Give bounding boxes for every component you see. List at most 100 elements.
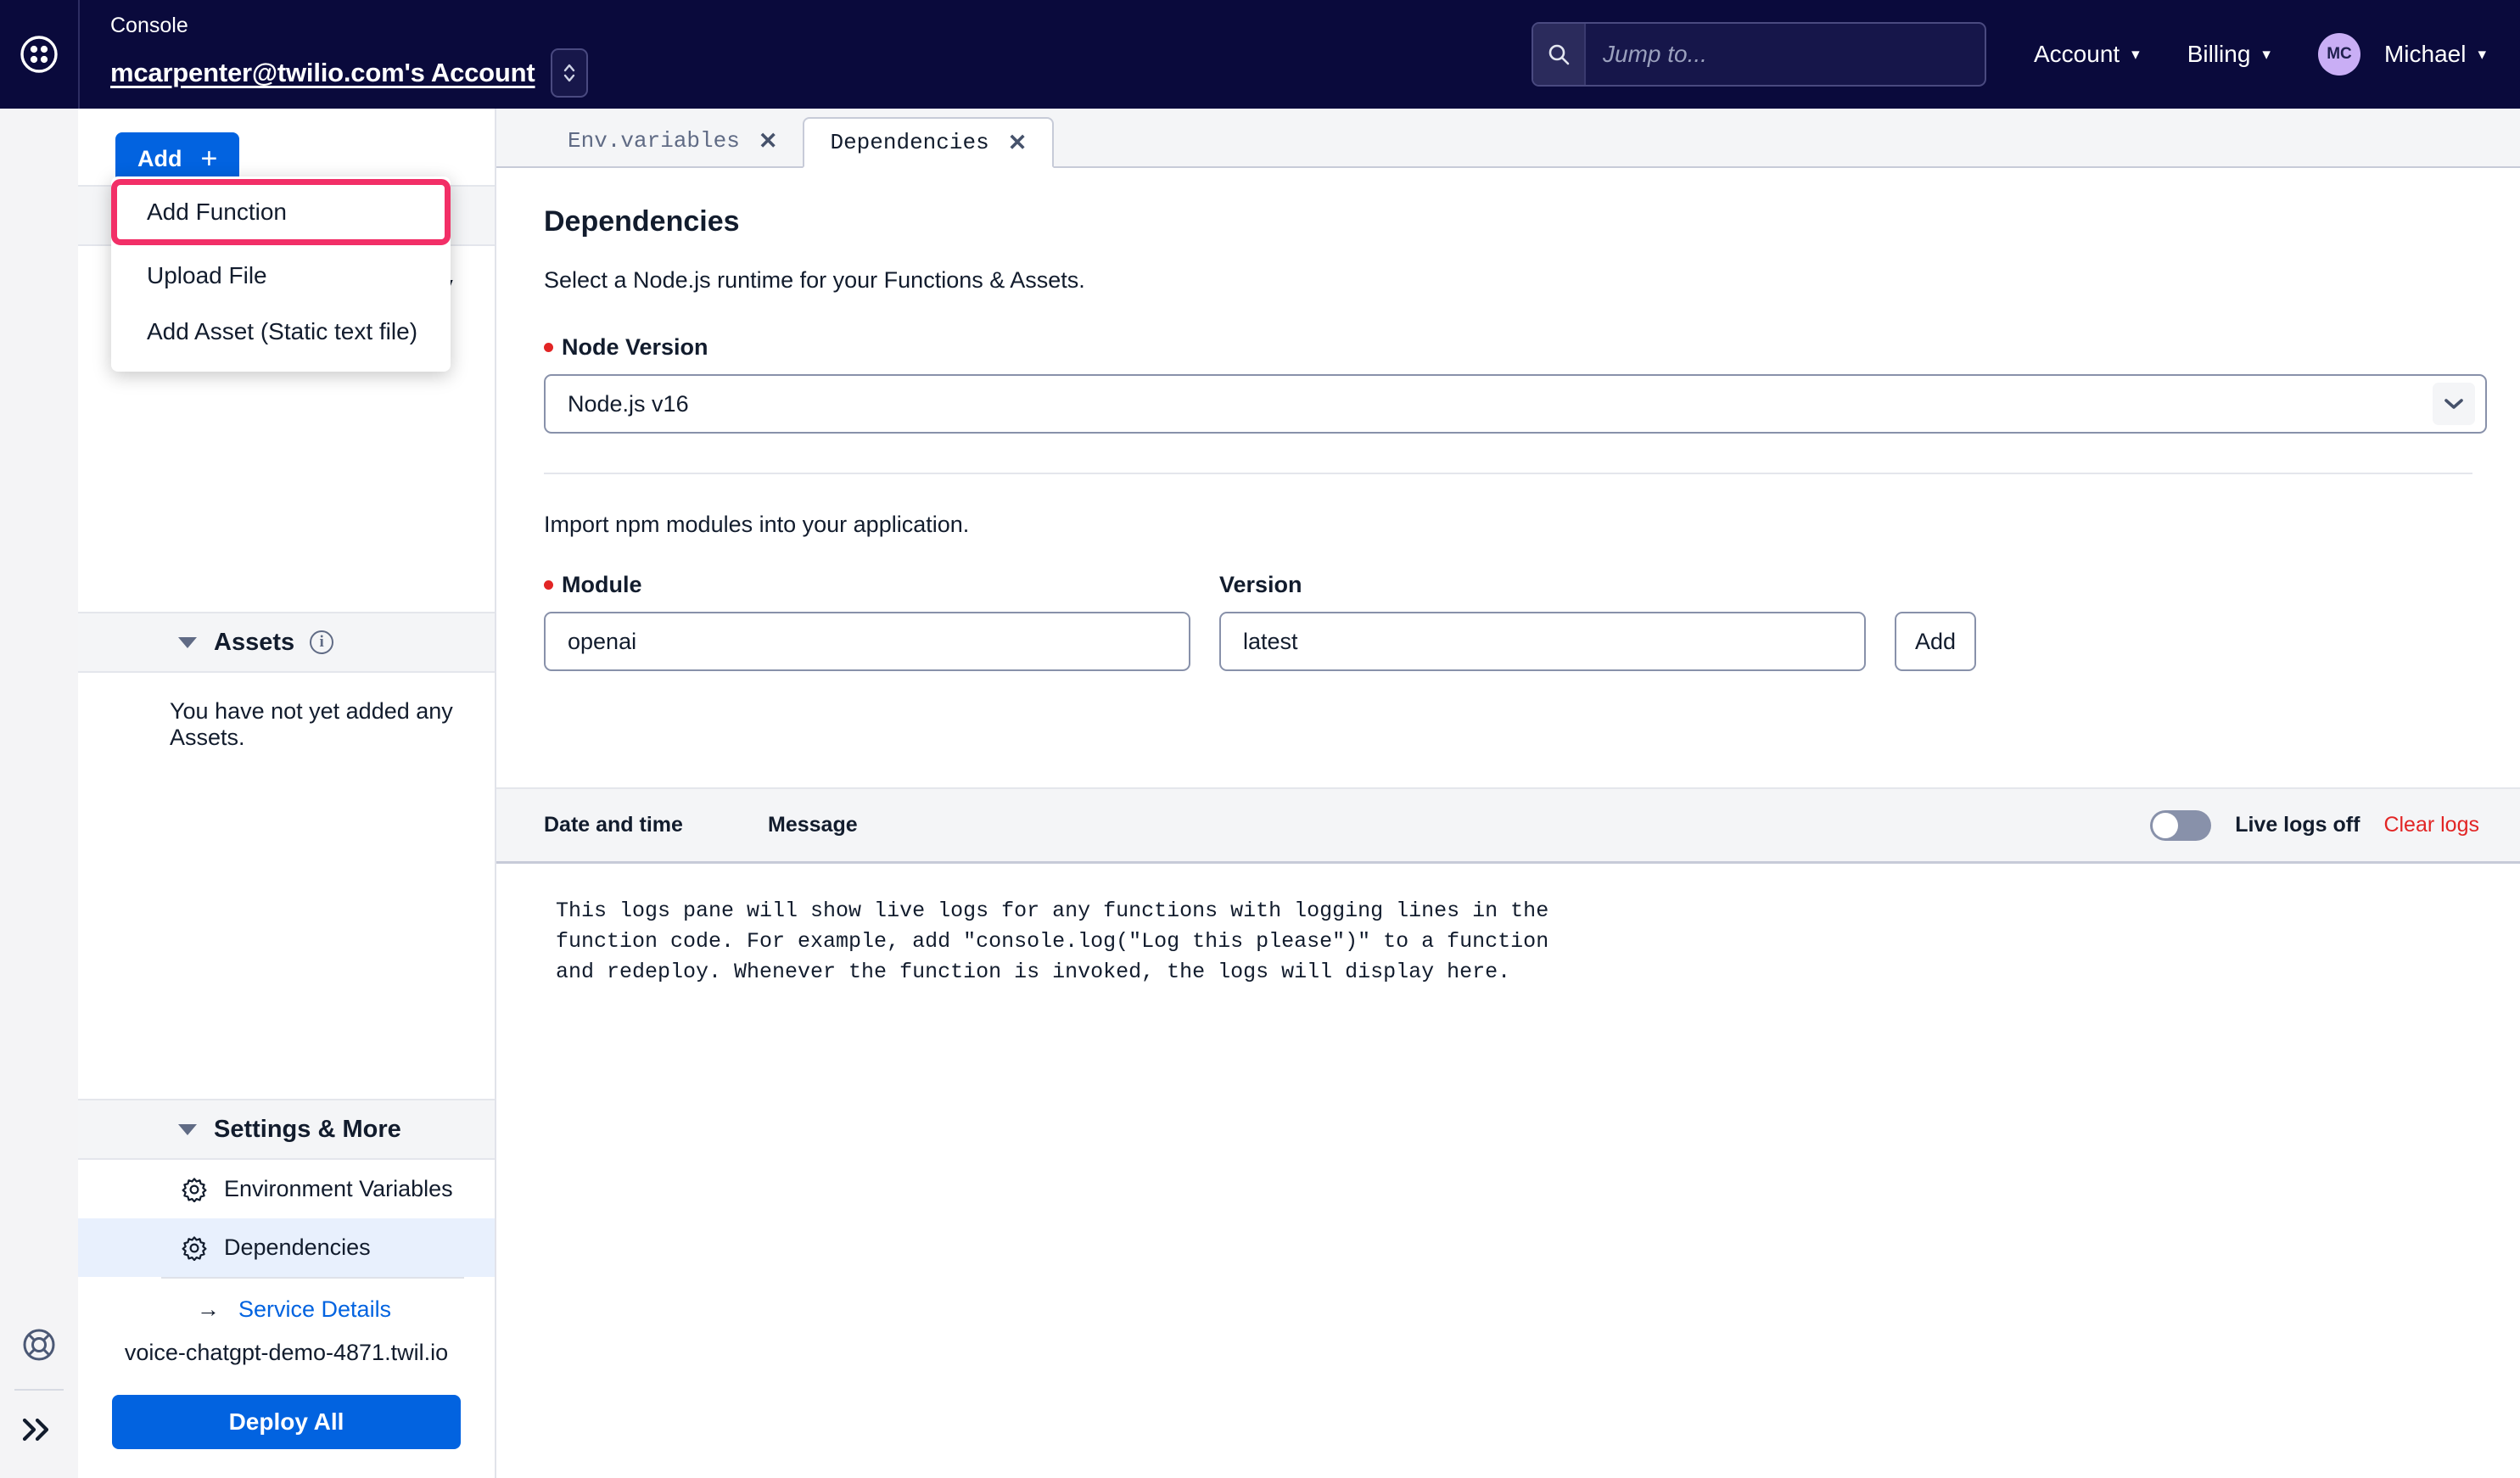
module-label: Module [562,572,642,597]
account-block: Console mcarpenter@twilio.com's Account [80,0,588,109]
account-name-link[interactable]: mcarpenter@twilio.com's Account [110,58,535,88]
add-module-button[interactable]: Add [1895,612,1976,671]
search-icon [1533,24,1586,85]
menu-item-label: Add Function [147,199,287,225]
account-switcher-button[interactable] [550,48,588,98]
toggle-knob [2153,812,2179,838]
search-glass-icon [1548,44,1570,65]
page-title: Dependencies [544,205,740,238]
menu-item-upload-file[interactable]: Upload File [111,248,451,304]
menu-item-label: Upload File [147,262,267,288]
module-input[interactable] [544,612,1190,671]
gear-icon [182,1235,207,1261]
tab-label: Dependencies [830,130,989,155]
module-label-group: Module [544,572,1190,598]
module-add-row: Module Version Add [544,572,2472,671]
search-input[interactable] [1586,24,1985,85]
rail-divider [14,1389,64,1391]
gear-icon [182,1178,207,1202]
clear-logs-button[interactable]: Clear logs [2383,813,2479,837]
dependencies-panel: Dependencies Select a Node.js runtime fo… [496,168,2520,1478]
main-panel: Env.variables ✕ Dependencies ✕ Dependenc… [496,109,2520,1478]
up-down-chevron-icon [563,64,574,82]
required-dot-icon [544,580,553,590]
node-version-select-wrap: Node.js v16 [544,374,2487,434]
chevron-down-glyph [2444,399,2463,409]
account-row: mcarpenter@twilio.com's Account [110,48,588,98]
sidebar-item-label: Environment Variables [224,1176,453,1202]
live-logs-label: Live logs off [2235,813,2360,837]
logs-placeholder-text: This logs pane will show live logs for a… [556,899,1549,984]
settings-section-title: Settings & More [214,1115,401,1143]
sidebar-item-environment-variables[interactable]: Environment Variables [78,1160,495,1219]
add-button-label: Add [137,145,182,171]
section-divider [544,473,2472,474]
nav-user-menu[interactable]: MC Michael ▾ [2317,33,2486,76]
twilio-logo-icon [20,36,58,73]
required-dot-icon [544,343,553,352]
node-version-label-group: Node Version [544,334,2472,361]
nav-billing-label: Billing [2187,41,2251,67]
logs-body: This logs pane will show live logs for a… [496,864,2520,1478]
info-icon[interactable]: i [310,630,334,655]
lifesaver-help-icon [23,1329,55,1361]
avatar: MC [2317,33,2360,76]
sidebar-footer: voice-chatgpt-demo-4871.twil.io Deploy A… [78,1340,495,1478]
nav-user-label: Michael [2383,41,2467,67]
nav-billing[interactable]: Billing ▾ [2187,41,2271,68]
service-details-label: Service Details [238,1296,392,1322]
module-field: Module [544,572,1190,671]
deploy-all-button[interactable]: Deploy All [112,1395,461,1449]
menu-item-add-function[interactable]: Add Function [111,179,451,245]
assets-section-title: Assets [214,628,295,656]
logs-controls: Live logs off Clear logs [2150,809,2479,841]
tab-env-variables[interactable]: Env.variables ✕ [542,115,804,166]
menu-item-label: Add Asset (Static text file) [147,318,418,344]
chevron-down-icon: ▾ [2262,45,2271,64]
nav-account-label: Account [2034,41,2120,67]
chevron-down-icon[interactable] [2433,383,2475,425]
import-hint: Import npm modules into your application… [544,512,970,537]
version-input[interactable] [1219,612,1866,671]
console-label: Console [110,14,188,37]
double-chevron-right-icon [22,1418,49,1442]
caret-down-icon [178,636,197,648]
assets-empty-text: You have not yet added any Assets. [170,698,453,751]
tab-dependencies[interactable]: Dependencies ✕ [803,117,1055,168]
assets-list: You have not yet added any Assets. [78,673,495,1100]
version-label: Version [1219,572,1302,597]
dependencies-content: Dependencies Select a Node.js runtime fo… [496,168,2520,787]
twilio-console-app: Console mcarpenter@twilio.com's Account [0,0,2520,1478]
sidebar-item-dependencies[interactable]: Dependencies [78,1218,495,1278]
plus-icon: + [200,143,218,175]
nav-account[interactable]: Account ▾ [2034,41,2140,68]
logs-col-date: Date and time [544,813,683,837]
arrow-right-icon: → [197,1296,220,1322]
chevron-down-icon: ▾ [2131,45,2140,64]
sidebar-item-service-details[interactable]: → Service Details [78,1279,495,1340]
add-dropdown-menu: Add Function Upload File Add Asset (Stat… [111,176,451,372]
twilio-logo-button[interactable] [0,0,78,109]
tab-label: Env.variables [568,128,740,154]
node-version-select[interactable]: Node.js v16 [544,374,2487,434]
close-icon[interactable]: ✕ [1008,130,1028,156]
close-icon[interactable]: ✕ [759,128,778,154]
version-field: Version [1219,572,1866,671]
menu-item-add-asset[interactable]: Add Asset (Static text file) [111,304,451,360]
live-logs-toggle[interactable] [2150,809,2212,841]
global-search[interactable] [1532,22,1986,87]
page-subtitle: Select a Node.js runtime for your Functi… [544,267,1085,293]
top-header-bar: Console mcarpenter@twilio.com's Account [0,0,2520,109]
version-label-group: Version [1219,572,1866,598]
logs-header: Date and time Message Live logs off Clea… [496,787,2520,864]
help-button[interactable] [21,1327,57,1367]
assets-section-header[interactable]: Assets i [78,612,495,674]
editor-tabstrip: Env.variables ✕ Dependencies ✕ [496,109,2520,168]
add-row: Add + [78,109,495,185]
settings-section-header[interactable]: Settings & More [78,1099,495,1161]
service-domain: voice-chatgpt-demo-4871.twil.io [124,1340,449,1365]
chevron-down-icon: ▾ [2478,45,2486,64]
sidebar-item-label: Dependencies [224,1234,371,1261]
left-icon-rail [0,109,78,1478]
sidebar-expand-button[interactable] [18,1414,60,1453]
